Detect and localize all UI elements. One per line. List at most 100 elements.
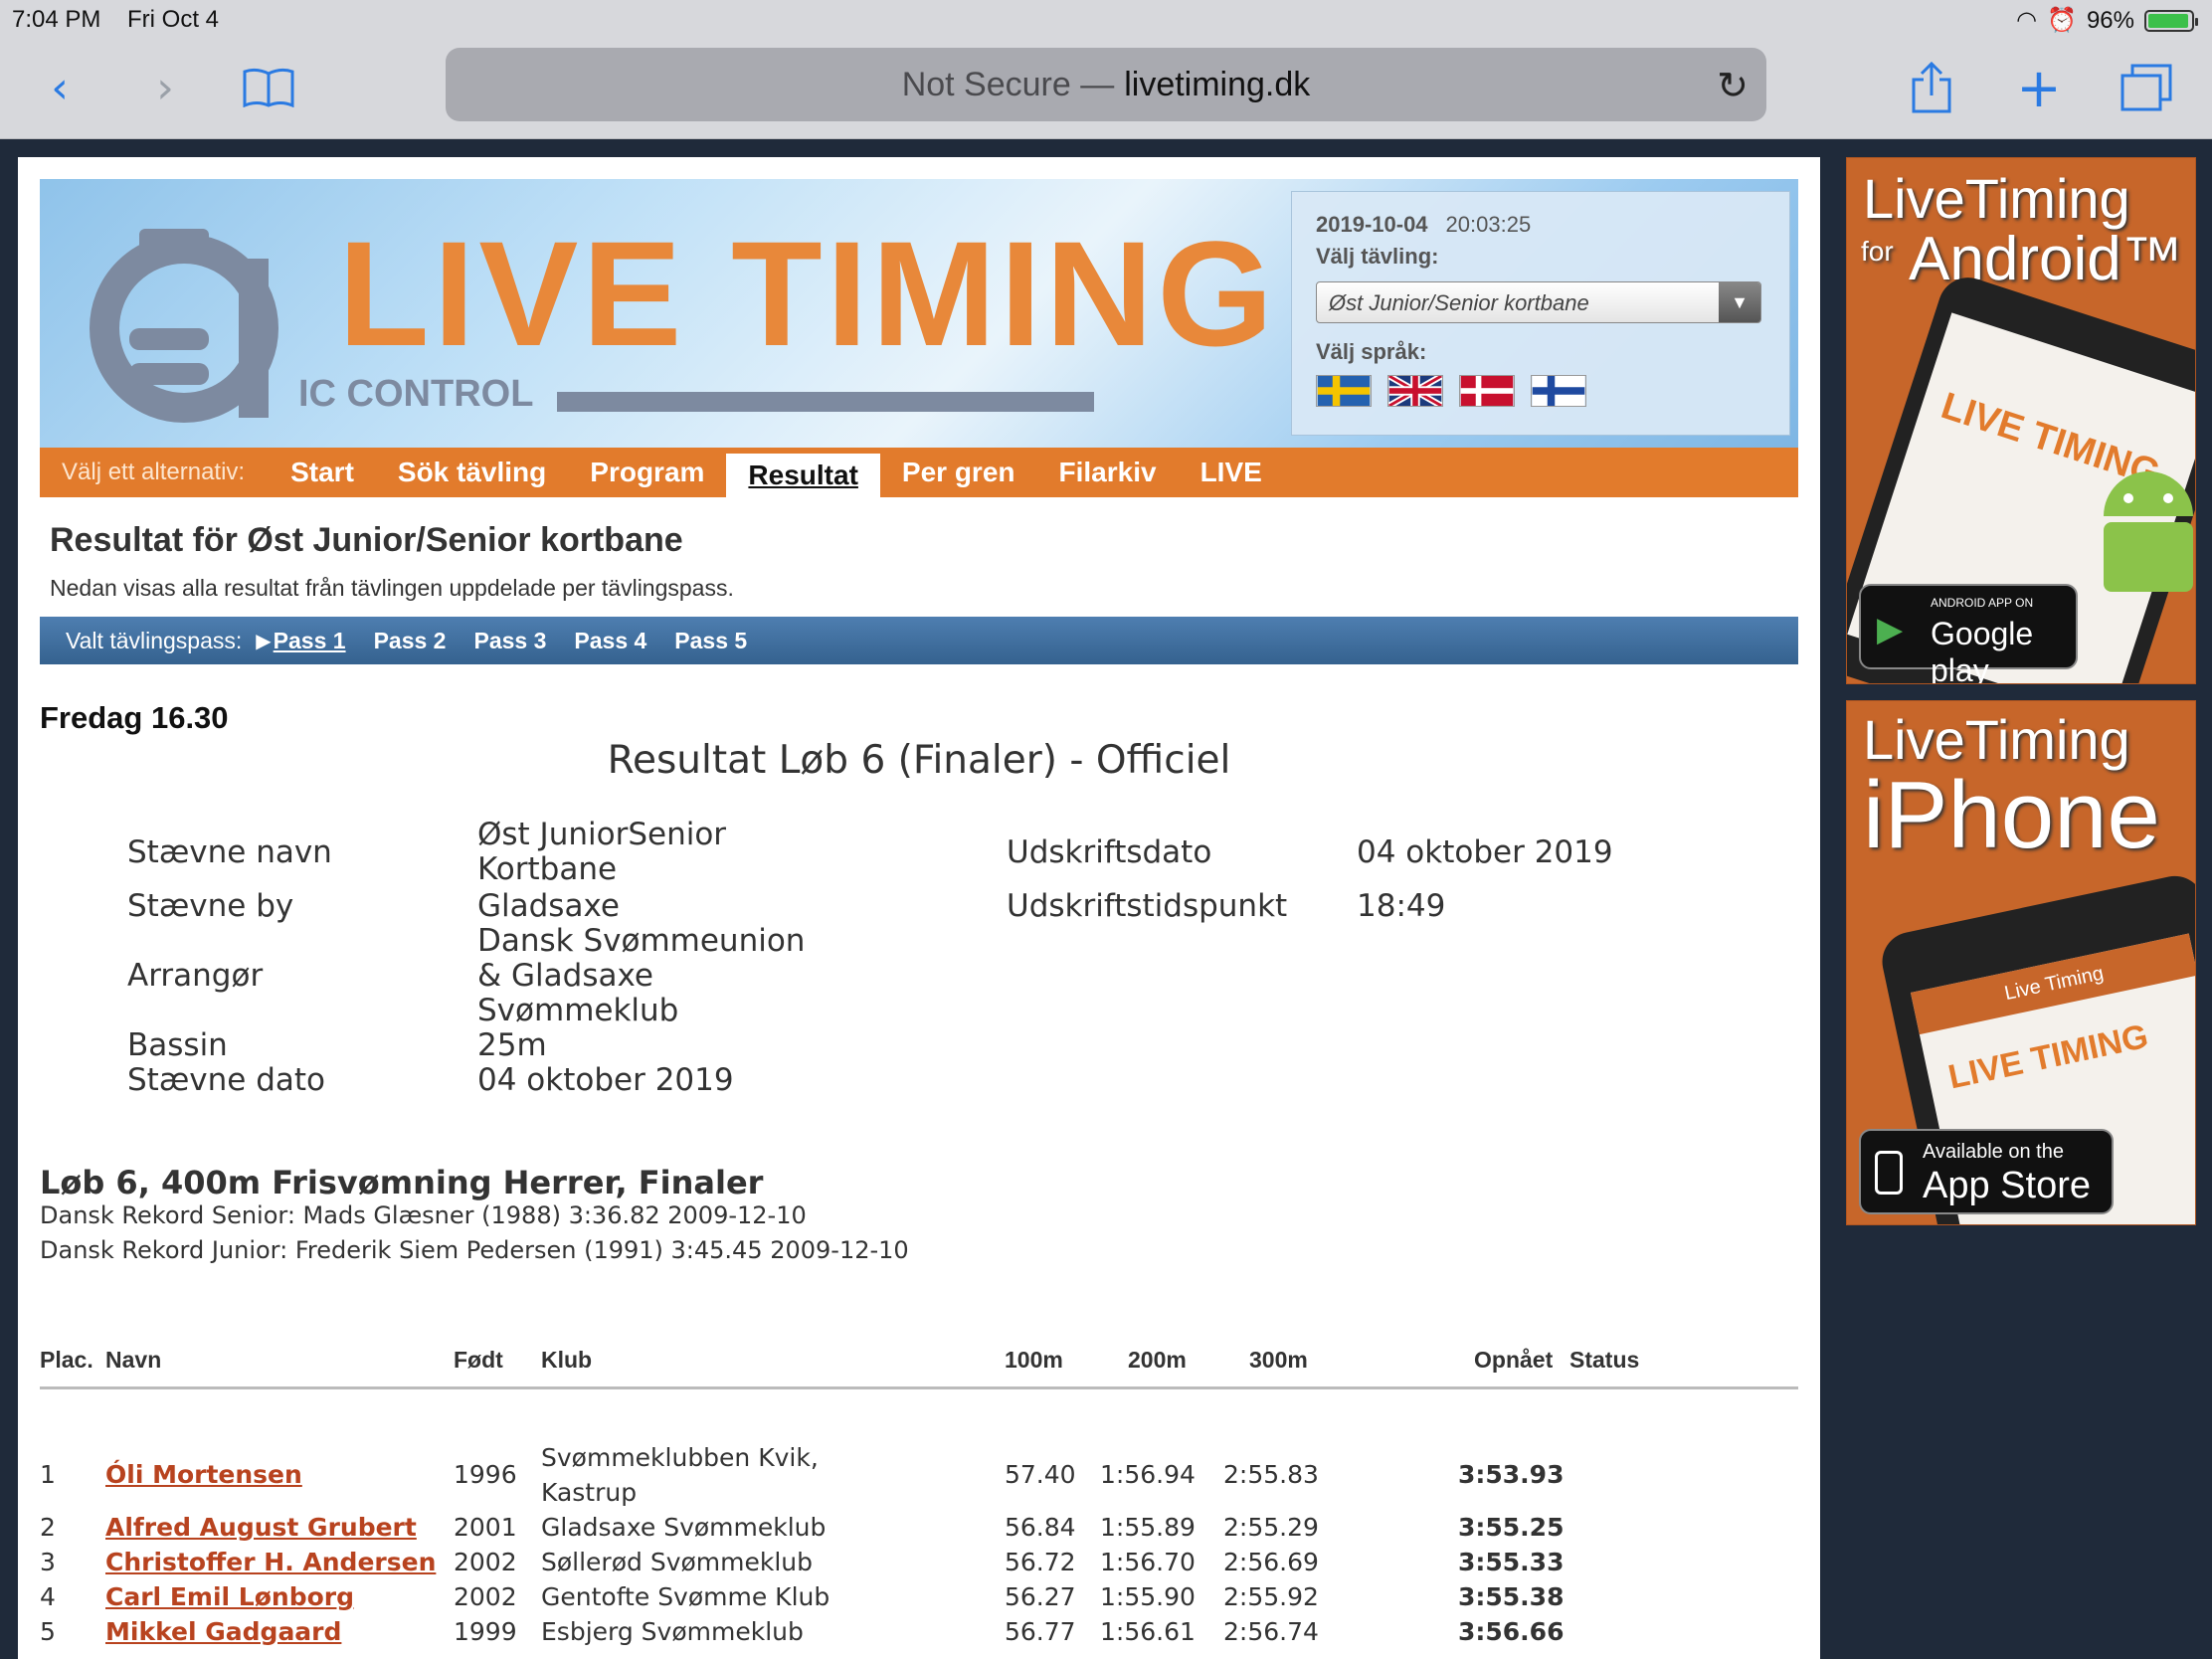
row5-split-200: 1:56.61 (1100, 1617, 1196, 1646)
meta-value-print-time: 18:49 (1357, 888, 1446, 924)
row2-club: Gladsaxe Svømmeklub (541, 1513, 827, 1542)
meta-label-name: Stævne navn (127, 834, 332, 870)
result-title: Resultat Løb 6 (Finaler) - Officiel (607, 738, 1231, 783)
meta-label-date: Stævne dato (127, 1062, 325, 1098)
row5-born: 1999 (454, 1617, 517, 1646)
col-header-result: Opnået (1474, 1347, 1554, 1373)
meta-value-date: 04 oktober 2019 (477, 1062, 734, 1098)
flag-denmark-icon[interactable] (1459, 375, 1515, 407)
battery-percent: 96% (2086, 6, 2134, 34)
flag-sweden-icon[interactable] (1316, 375, 1372, 407)
session-pass-5[interactable]: Pass 5 (674, 628, 747, 654)
table-header-divider (40, 1386, 1798, 1389)
col-header-200m: 200m (1128, 1347, 1187, 1373)
nav-start[interactable]: Start (269, 448, 376, 497)
meta-label-organizer: Arrangør (127, 958, 264, 994)
nav-search-competition[interactable]: Sök tävling (376, 448, 568, 497)
forward-icon[interactable]: › (135, 58, 195, 117)
event-title: Løb 6, 400m Frisvømning Herrer, Finaler (40, 1164, 764, 1201)
nav-per-event[interactable]: Per gren (880, 448, 1037, 497)
new-tab-icon[interactable]: + (2009, 57, 2069, 119)
row5-split-100: 56.77 (1005, 1617, 1076, 1646)
meta-value-print-date: 04 oktober 2019 (1357, 834, 1613, 870)
row4-born: 2002 (454, 1582, 517, 1611)
status-time: 7:04 PM (12, 6, 101, 33)
row1-split-200: 1:56.94 (1100, 1460, 1196, 1489)
header-datetime: 2019-10-04 20:03:25 (1316, 212, 1765, 238)
tabs-icon[interactable] (2117, 58, 2176, 117)
row3-name-link[interactable]: Christoffer H. Andersen (105, 1548, 436, 1576)
header-banner: LIVE TIMING IC CONTROL 2019-10-04 20:03:2… (40, 179, 1798, 448)
session-pass-1[interactable]: Pass 1 (274, 628, 346, 654)
chevron-down-icon: ▼ (1719, 282, 1760, 322)
play-icon: ▶ (1877, 611, 1904, 648)
meta-value-city: Gladsaxe (477, 888, 620, 924)
choose-language-label: Välj språk: (1316, 339, 1427, 364)
row1-name-link[interactable]: Óli Mortensen (105, 1460, 302, 1489)
status-date: Fri Oct 4 (127, 6, 220, 33)
row4-name-link[interactable]: Carl Emil Lønborg (105, 1582, 354, 1611)
bookmarks-icon[interactable] (239, 58, 298, 117)
session-pass-4[interactable]: Pass 4 (574, 628, 646, 654)
session-pass-2[interactable]: Pass 2 (374, 628, 447, 654)
row2-born: 2001 (454, 1513, 517, 1542)
google-play-big: Google play (1931, 616, 2034, 684)
col-header-place: Plac. (40, 1347, 93, 1373)
web-page: LIVE TIMING IC CONTROL 2019-10-04 20:03:2… (18, 157, 1820, 1659)
record-junior: Dansk Rekord Junior: Frederik Siem Peder… (40, 1236, 909, 1264)
choose-competition-label: Välj tävling: (1316, 244, 1439, 269)
row4-split-200: 1:55.90 (1100, 1582, 1196, 1611)
competition-selected: Øst Junior/Senior kortbane (1329, 290, 1589, 315)
row5-name-link[interactable]: Mikkel Gadgaard (105, 1617, 341, 1646)
row5-place: 5 (40, 1617, 56, 1646)
brand-logo-text: LIVE TIMING (338, 210, 1277, 377)
meta-label-print-date: Udskriftsdato (1007, 834, 1212, 870)
session-day: Fredag 16.30 (40, 700, 229, 735)
row2-result: 3:55.25 (1458, 1513, 1565, 1542)
nav-file-archive[interactable]: Filarkiv (1037, 448, 1179, 497)
row3-split-300: 2:56.69 (1223, 1548, 1319, 1576)
address-bar[interactable]: Not Secure — livetiming.dk ↻ (446, 48, 1766, 121)
google-play-badge[interactable]: ▶ ANDROID APP ON Google play (1859, 584, 2078, 683)
row2-name-link[interactable]: Alfred August Grubert (105, 1513, 417, 1542)
row4-place: 4 (40, 1582, 56, 1611)
nav-results[interactable]: Resultat (726, 454, 880, 497)
header-clock: 20:03:25 (1445, 212, 1532, 237)
row1-result: 3:53.93 (1458, 1460, 1565, 1489)
meta-value-pool: 25m (477, 1027, 547, 1063)
session-pass-3[interactable]: Pass 3 (473, 628, 546, 654)
android-app-ad[interactable]: LiveTiming for Android™ LIVE TIMING ▶ AN… (1846, 157, 2196, 684)
app-store-big: App Store (1923, 1165, 2091, 1206)
google-play-small: ANDROID APP ON (1931, 596, 2034, 610)
reload-icon[interactable]: ↻ (1717, 64, 1749, 108)
row3-split-100: 56.72 (1005, 1548, 1076, 1576)
col-header-born: Født (454, 1347, 503, 1373)
logo-divider (557, 392, 1094, 412)
col-header-300m: 300m (1249, 1347, 1308, 1373)
back-icon[interactable]: ‹ (30, 58, 90, 117)
meta-value-organizer: Dansk Svømmeunion & Gladsaxe Svømmeklub (477, 923, 806, 1028)
competition-select[interactable]: Øst Junior/Senior kortbane ▼ (1316, 281, 1761, 323)
flag-finland-icon[interactable] (1531, 375, 1586, 407)
iphone-app-ad[interactable]: LiveTiming iPhone Live Timing LIVE TIMIN… (1846, 700, 2196, 1225)
record-senior: Dansk Rekord Senior: Mads Glæsner (1988)… (40, 1201, 807, 1229)
row1-split-100: 57.40 (1005, 1460, 1076, 1489)
android-ad-for: for (1861, 236, 1894, 267)
row3-split-200: 1:56.70 (1100, 1548, 1196, 1576)
status-right: ◠ ⏰ 96% (2016, 6, 2198, 35)
session-bar: Valt tävlingspass: ▶ Pass 1 Pass 2 Pass … (40, 617, 1798, 664)
row4-result: 3:55.38 (1458, 1582, 1565, 1611)
col-header-club: Klub (541, 1347, 593, 1373)
language-flags (1316, 375, 1765, 407)
row5-club: Esbjerg Svømmeklub (541, 1617, 804, 1646)
nav-program[interactable]: Program (568, 448, 726, 497)
nav-live[interactable]: LIVE (1179, 448, 1284, 497)
flag-uk-icon[interactable] (1387, 375, 1443, 407)
app-store-badge[interactable]: Available on the App Store (1859, 1129, 2114, 1214)
nav-lead: Välj ett alternativ: (62, 459, 246, 485)
row4-split-100: 56.27 (1005, 1582, 1076, 1611)
logo-emblem-icon (90, 229, 278, 423)
row3-born: 2002 (454, 1548, 517, 1576)
row4-split-300: 2:55.92 (1223, 1582, 1319, 1611)
share-icon[interactable] (1902, 58, 1961, 117)
